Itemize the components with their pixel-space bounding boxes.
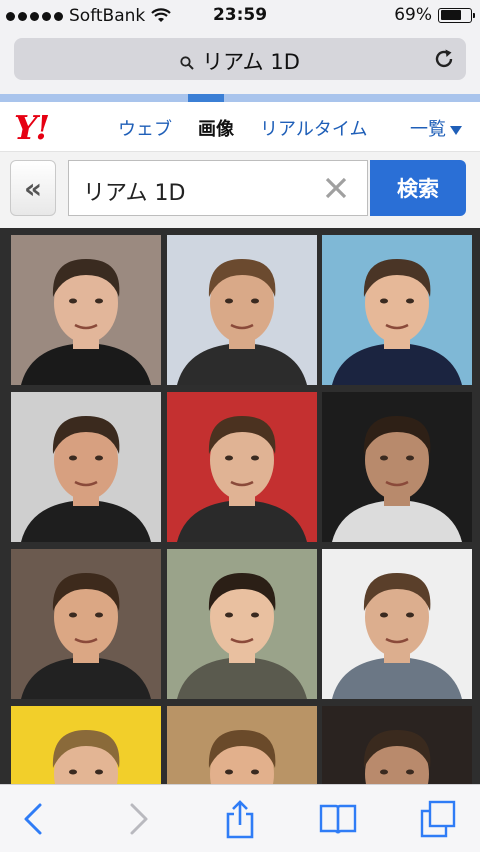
search-type-tabs: ウェブ 画像 リアルタイム: [118, 115, 393, 141]
tab-realtime[interactable]: リアルタイム: [260, 115, 367, 141]
forward-icon: [130, 803, 148, 835]
image-result-thumbnail[interactable]: [322, 235, 472, 385]
photo-thumbnail-icon: [322, 549, 472, 699]
photo-thumbnail-icon: [167, 235, 317, 385]
safari-address-area: リアム 1D: [0, 32, 480, 94]
share-icon: [226, 800, 254, 839]
search-query-text: リアム 1D: [83, 181, 186, 206]
photo-thumbnail-icon: [322, 235, 472, 385]
share-button[interactable]: [220, 799, 260, 839]
image-result-thumbnail[interactable]: [167, 706, 317, 784]
more-menu-button[interactable]: 一覧: [410, 115, 462, 141]
search-icon: [180, 56, 194, 70]
battery-percent: 69%: [394, 5, 432, 25]
tabs-icon: [420, 800, 456, 838]
photo-thumbnail-icon: [322, 706, 472, 784]
chevron-down-icon: [450, 125, 462, 135]
photo-thumbnail-icon: [167, 549, 317, 699]
address-text-wrapper: リアム 1D: [14, 46, 466, 76]
image-result-thumbnail[interactable]: [322, 392, 472, 542]
image-result-thumbnail[interactable]: [322, 706, 472, 784]
yahoo-logo[interactable]: Y!: [14, 108, 50, 147]
image-result-thumbnail[interactable]: [11, 235, 161, 385]
search-button[interactable]: 検索: [370, 160, 466, 216]
tab-web[interactable]: ウェブ: [118, 115, 172, 141]
back-button[interactable]: [14, 799, 54, 839]
more-menu-label: 一覧: [410, 119, 446, 140]
image-result-thumbnail[interactable]: [167, 235, 317, 385]
page-load-progress: [0, 94, 480, 102]
forward-button[interactable]: [118, 799, 158, 839]
search-row: « リアム 1D 検索: [0, 152, 480, 228]
image-result-thumbnail[interactable]: [11, 706, 161, 784]
image-result-thumbnail[interactable]: [11, 549, 161, 699]
address-text: リアム 1D: [202, 50, 300, 74]
status-bar: SoftBank 23:59 69%: [0, 0, 480, 32]
browser-toolbar: [0, 784, 480, 852]
image-result-thumbnail[interactable]: [322, 549, 472, 699]
reload-icon[interactable]: [432, 47, 456, 71]
progress-highlight: [188, 94, 224, 102]
image-result-thumbnail[interactable]: [11, 392, 161, 542]
photo-thumbnail-icon: [167, 392, 317, 542]
tab-images[interactable]: 画像: [198, 115, 234, 141]
photo-thumbnail-icon: [11, 235, 161, 385]
image-results-grid: [0, 228, 480, 784]
collapse-button[interactable]: «: [10, 160, 56, 216]
battery-icon: [438, 7, 475, 23]
photo-thumbnail-icon: [11, 549, 161, 699]
tabs-button[interactable]: [418, 799, 458, 839]
bookmarks-icon: [319, 804, 357, 834]
photo-thumbnail-icon: [167, 706, 317, 784]
battery-info: 69%: [394, 5, 475, 25]
back-icon: [24, 803, 42, 835]
bookmarks-button[interactable]: [318, 799, 358, 839]
address-bar[interactable]: リアム 1D: [14, 38, 466, 80]
photo-thumbnail-icon: [322, 392, 472, 542]
photo-thumbnail-icon: [11, 706, 161, 784]
photo-thumbnail-icon: [11, 392, 161, 542]
search-input[interactable]: リアム 1D: [68, 160, 368, 216]
image-result-thumbnail[interactable]: [167, 392, 317, 542]
clear-icon[interactable]: [321, 173, 351, 203]
yahoo-nav-bar: Y! ウェブ 画像 リアルタイム 一覧: [0, 102, 480, 152]
image-result-thumbnail[interactable]: [167, 549, 317, 699]
